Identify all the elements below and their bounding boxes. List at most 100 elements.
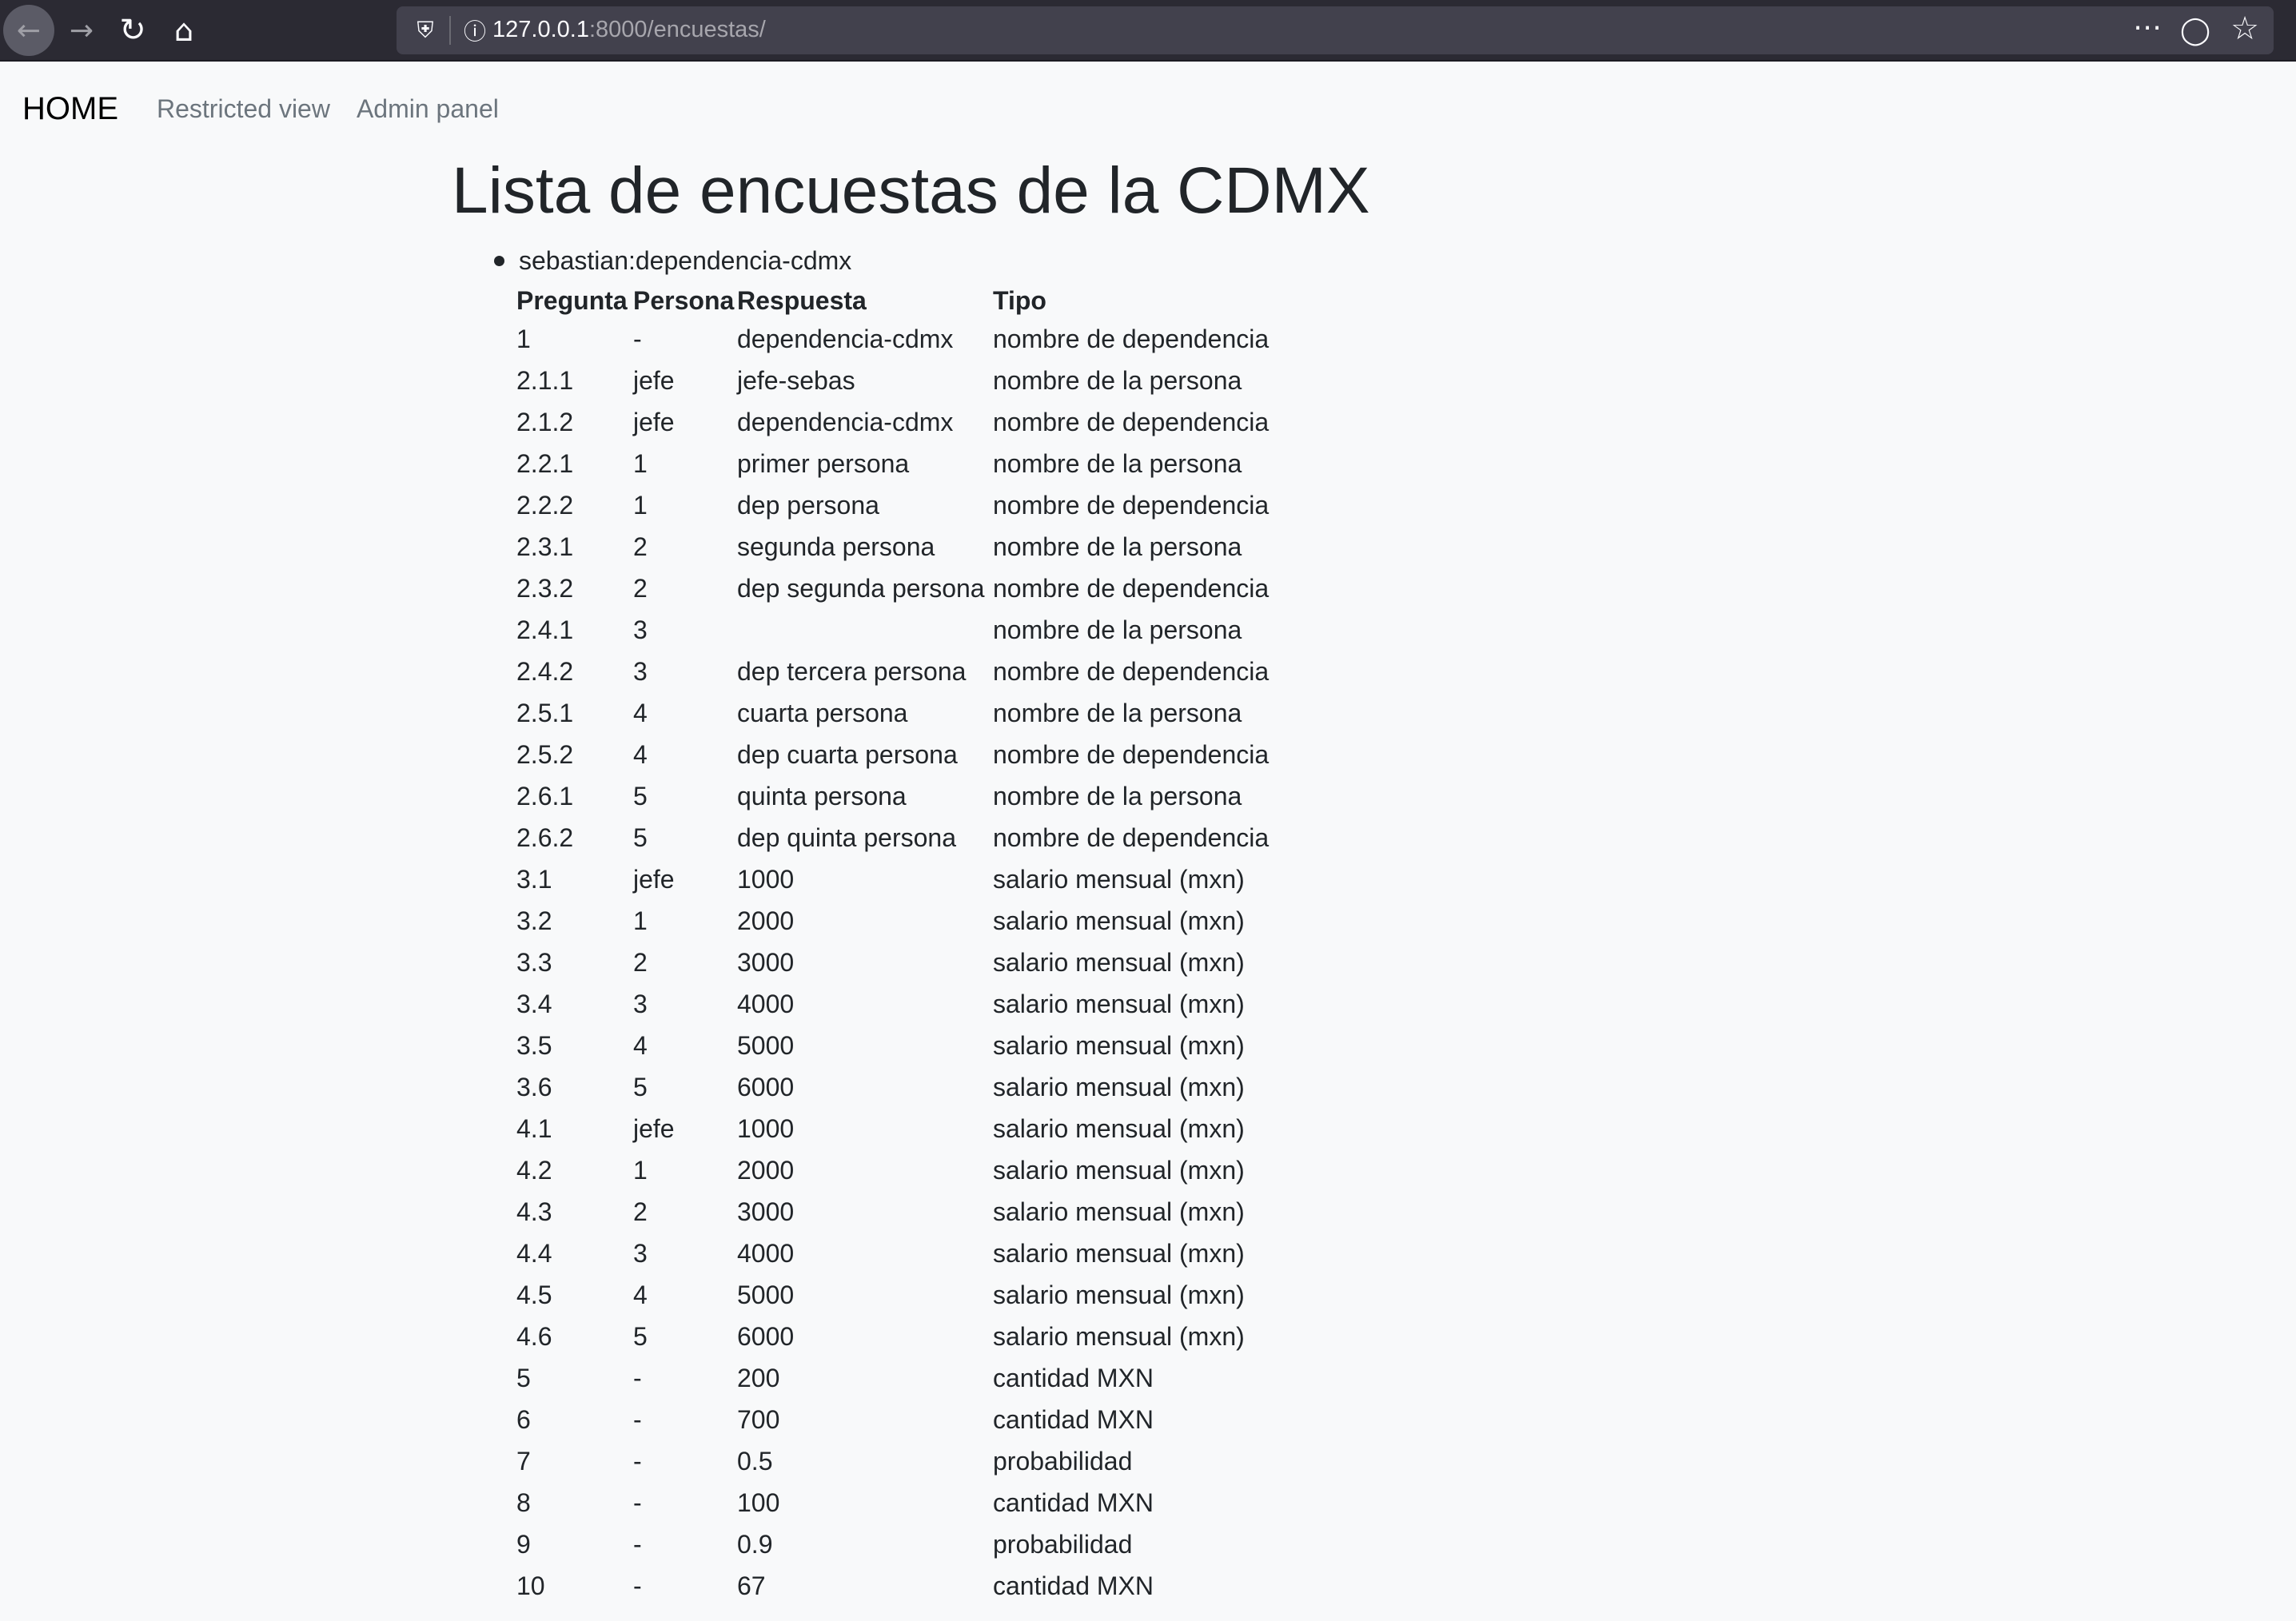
url-host: 127.0.0.1 xyxy=(492,17,589,42)
cell-pregunta: 2.5.2 xyxy=(516,739,574,769)
cell-persona: 4 xyxy=(633,1030,648,1060)
admin-panel-link[interactable]: Admin panel xyxy=(357,94,499,124)
cell-pregunta: 2.4.1 xyxy=(516,615,574,644)
table-row: 2.3.2 2 dep segunda persona nombre de depen… xyxy=(516,568,1329,609)
cell-respuesta: 5000 xyxy=(737,1280,795,1309)
table-row: 2.1.2 jefe dependencia-cdmx nombre de depen… xyxy=(516,401,1329,443)
cell-tipo: nombre de dependencia xyxy=(993,822,1270,852)
browser-toolbar: ← → ↻ ⌂ ⛨ ⓘ 127.0.0.1:8000/encuestas/ ⋯ … xyxy=(0,0,2296,62)
url-bar[interactable]: ⛨ ⓘ 127.0.0.1:8000/encuestas/ ⋯ ◯ ☆ xyxy=(397,6,2274,54)
cell-respuesta: 700 xyxy=(737,1404,780,1434)
cell-respuesta: primer persona xyxy=(737,448,910,478)
url-separator xyxy=(449,16,451,45)
cell-respuesta: 4000 xyxy=(737,989,795,1018)
cell-persona: - xyxy=(633,1446,642,1476)
cell-persona: 4 xyxy=(633,739,648,769)
cell-tipo: salario mensual (mxn) xyxy=(993,1030,1245,1060)
cell-tipo: cantidad MXN xyxy=(993,1363,1154,1392)
table-row: 5 - 200 cantidad MXN xyxy=(516,1357,1329,1399)
table-row: 3.6 5 6000 salario mensual (mxn) xyxy=(516,1066,1329,1108)
cell-persona: - xyxy=(633,1571,642,1600)
cell-persona: jefe xyxy=(633,1113,675,1143)
table-row: 7 - 0.5 probabilidad xyxy=(516,1440,1329,1482)
reload-icon[interactable]: ↻ xyxy=(107,5,158,56)
cell-tipo: probabilidad xyxy=(993,1446,1133,1476)
cell-tipo: nombre de dependencia xyxy=(993,656,1270,686)
home-icon[interactable]: ⌂ xyxy=(158,5,209,56)
home-link[interactable]: HOME xyxy=(22,91,118,127)
cell-pregunta: 9 xyxy=(516,1529,531,1559)
cell-tipo: nombre de la persona xyxy=(993,615,1242,644)
cell-respuesta: 5000 xyxy=(737,1030,795,1060)
table-row: 4.6 5 6000 salario mensual (mxn) xyxy=(516,1316,1329,1357)
cell-pregunta: 2.6.1 xyxy=(516,781,574,810)
cell-respuesta: cuarta persona xyxy=(737,698,908,727)
restricted-view-link[interactable]: Restricted view xyxy=(157,94,330,124)
cell-persona: 1 xyxy=(633,448,648,478)
cell-pregunta: 2.6.2 xyxy=(516,822,574,852)
table-row: 2.5.2 4 dep cuarta persona nombre de depend… xyxy=(516,734,1329,775)
cell-tipo: nombre de la persona xyxy=(993,698,1242,727)
cell-persona: - xyxy=(633,1404,642,1434)
cell-tipo: salario mensual (mxn) xyxy=(993,1072,1245,1101)
cell-respuesta: 1000 xyxy=(737,864,795,894)
cell-respuesta: 0.5 xyxy=(737,1446,773,1476)
star-icon[interactable]: ☆ xyxy=(2227,10,2262,47)
cell-persona: 5 xyxy=(633,822,648,852)
cell-persona: jefe xyxy=(633,864,675,894)
cell-tipo: salario mensual (mxn) xyxy=(993,1197,1245,1226)
table-header-row: Pregunta Persona Respuesta Tipo xyxy=(516,283,1329,318)
bullet-icon xyxy=(494,255,504,266)
table-row: 2.6.1 5 quinta persona nombre de la persona xyxy=(516,775,1329,817)
cell-respuesta: 3000 xyxy=(737,947,795,977)
table-row: 4.3 2 3000 salario mensual (mxn) xyxy=(516,1191,1329,1233)
cell-respuesta: dependencia-cdmx xyxy=(737,324,954,353)
back-arrow-icon[interactable]: ← xyxy=(3,5,54,56)
cell-tipo: nombre de dependencia xyxy=(993,324,1270,353)
forward-arrow-icon[interactable]: → xyxy=(56,5,107,56)
table-row: 1 - dependencia-cdmx nombre de dependencia xyxy=(516,318,1329,360)
info-icon[interactable]: ⓘ xyxy=(459,14,491,46)
pocket-icon[interactable]: ◯ xyxy=(2178,13,2213,48)
survey-list: sebastian:dependencia-cdmx xyxy=(494,245,851,277)
cell-pregunta: 2.3.2 xyxy=(516,573,574,603)
cell-tipo: nombre de la persona xyxy=(993,448,1242,478)
cell-respuesta: quinta persona xyxy=(737,781,907,810)
table-row: 9 - 0.9 probabilidad xyxy=(516,1523,1329,1565)
table-row: 3.4 3 4000 salario mensual (mxn) xyxy=(516,983,1329,1025)
cell-pregunta: 2.2.2 xyxy=(516,490,574,520)
cell-persona: - xyxy=(633,1363,642,1392)
cell-persona: jefe xyxy=(633,407,675,436)
cell-pregunta: 4.5 xyxy=(516,1280,552,1309)
cell-respuesta: jefe-sebas xyxy=(737,365,855,395)
cell-persona: 2 xyxy=(633,532,648,561)
cell-persona: 5 xyxy=(633,781,648,810)
cell-persona: 2 xyxy=(633,573,648,603)
table-row: 2.3.1 2 segunda persona nombre de la person… xyxy=(516,526,1329,568)
cell-tipo: salario mensual (mxn) xyxy=(993,947,1245,977)
cell-pregunta: 4.1 xyxy=(516,1113,552,1143)
table-row: 4.1 jefe 1000 salario mensual (mxn) xyxy=(516,1108,1329,1149)
table-row: 2.5.1 4 cuarta persona nombre de la persona xyxy=(516,692,1329,734)
cell-tipo: cantidad MXN xyxy=(993,1571,1154,1600)
cell-respuesta: 3000 xyxy=(737,1197,795,1226)
url-text[interactable]: 127.0.0.1:8000/encuestas/ xyxy=(492,17,766,43)
cell-respuesta: 200 xyxy=(737,1363,780,1392)
cell-persona: - xyxy=(633,1529,642,1559)
cell-tipo: nombre de dependencia xyxy=(993,407,1270,436)
cell-persona: - xyxy=(633,324,642,353)
more-icon[interactable]: ⋯ xyxy=(2133,11,2162,44)
cell-pregunta: 5 xyxy=(516,1363,531,1392)
cell-tipo: nombre de la persona xyxy=(993,781,1242,810)
cell-persona: 4 xyxy=(633,698,648,727)
table-row: 2.1.1 jefe jefe-sebas nombre de la persona xyxy=(516,360,1329,401)
cell-respuesta: dep cuarta persona xyxy=(737,739,958,769)
shield-icon[interactable]: ⛨ xyxy=(409,14,441,46)
cell-respuesta: 1000 xyxy=(737,1113,795,1143)
cell-tipo: probabilidad xyxy=(993,1529,1133,1559)
cell-pregunta: 10 xyxy=(516,1571,545,1600)
table-row: 3.3 2 3000 salario mensual (mxn) xyxy=(516,942,1329,983)
cell-tipo: salario mensual (mxn) xyxy=(993,1321,1245,1351)
cell-tipo: salario mensual (mxn) xyxy=(993,1238,1245,1268)
cell-pregunta: 2.2.1 xyxy=(516,448,574,478)
